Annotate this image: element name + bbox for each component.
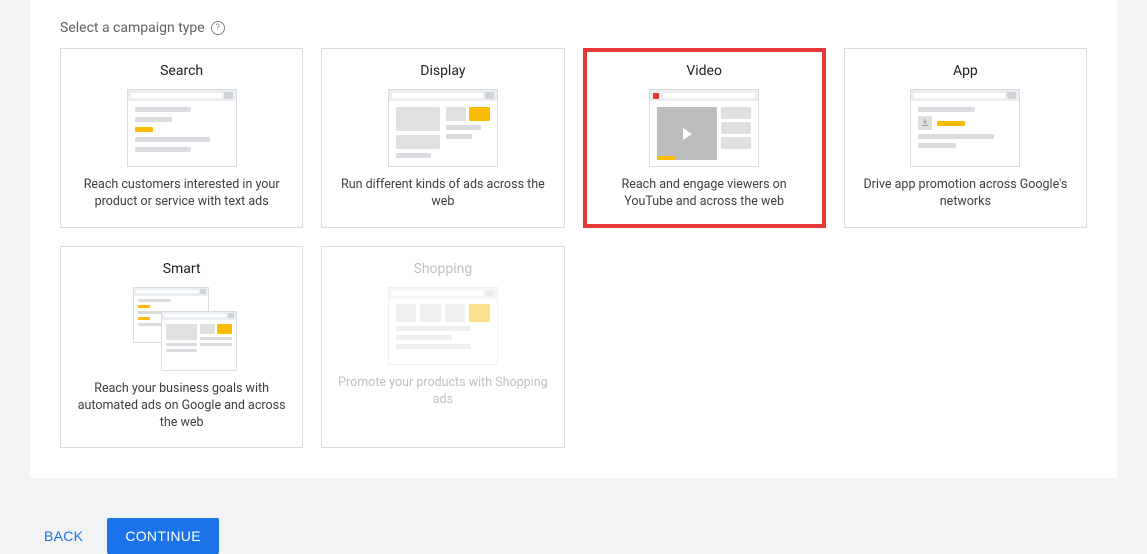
card-shopping-title: Shopping xyxy=(414,261,473,277)
card-app-desc: Drive app promotion across Google's netw… xyxy=(855,177,1076,211)
display-thumbnail xyxy=(388,89,498,167)
shopping-thumbnail xyxy=(388,287,498,365)
card-smart-title: Smart xyxy=(163,261,201,277)
play-icon xyxy=(683,128,692,140)
search-thumbnail xyxy=(127,89,237,167)
smart-thumbnail xyxy=(127,287,237,371)
app-thumbnail xyxy=(910,89,1020,167)
card-shopping: Shopping Promote your products with Shop… xyxy=(321,246,564,449)
section-title: Select a campaign type ? xyxy=(60,20,1087,36)
card-search[interactable]: Search Reach customers interested in you… xyxy=(60,48,303,228)
card-grid: Search Reach customers interested in you… xyxy=(60,48,1087,448)
card-video[interactable]: Video Reach and engage viewers on YouTub… xyxy=(583,48,826,228)
card-search-desc: Reach customers interested in your produ… xyxy=(71,177,292,211)
help-icon[interactable]: ? xyxy=(211,21,225,35)
card-display-title: Display xyxy=(420,63,465,79)
section-title-text: Select a campaign type xyxy=(60,20,205,36)
card-display[interactable]: Display xyxy=(321,48,564,228)
card-app[interactable]: App xyxy=(844,48,1087,228)
card-video-title: Video xyxy=(686,63,722,79)
download-icon xyxy=(918,116,932,130)
card-video-desc: Reach and engage viewers on YouTube and … xyxy=(594,177,815,211)
card-smart-desc: Reach your business goals with automated… xyxy=(71,381,292,432)
card-display-desc: Run different kinds of ads across the we… xyxy=(332,177,553,211)
card-app-title: App xyxy=(953,63,978,79)
card-smart[interactable]: Smart xyxy=(60,246,303,449)
campaign-type-panel: Select a campaign type ? Search Reach xyxy=(30,0,1117,478)
continue-button[interactable]: CONTINUE xyxy=(107,518,219,554)
footer: BACK CONTINUE xyxy=(0,478,1147,554)
card-shopping-desc: Promote your products with Shopping ads xyxy=(332,375,553,409)
video-thumbnail xyxy=(649,89,759,167)
back-button[interactable]: BACK xyxy=(40,520,87,552)
card-search-title: Search xyxy=(160,63,203,79)
